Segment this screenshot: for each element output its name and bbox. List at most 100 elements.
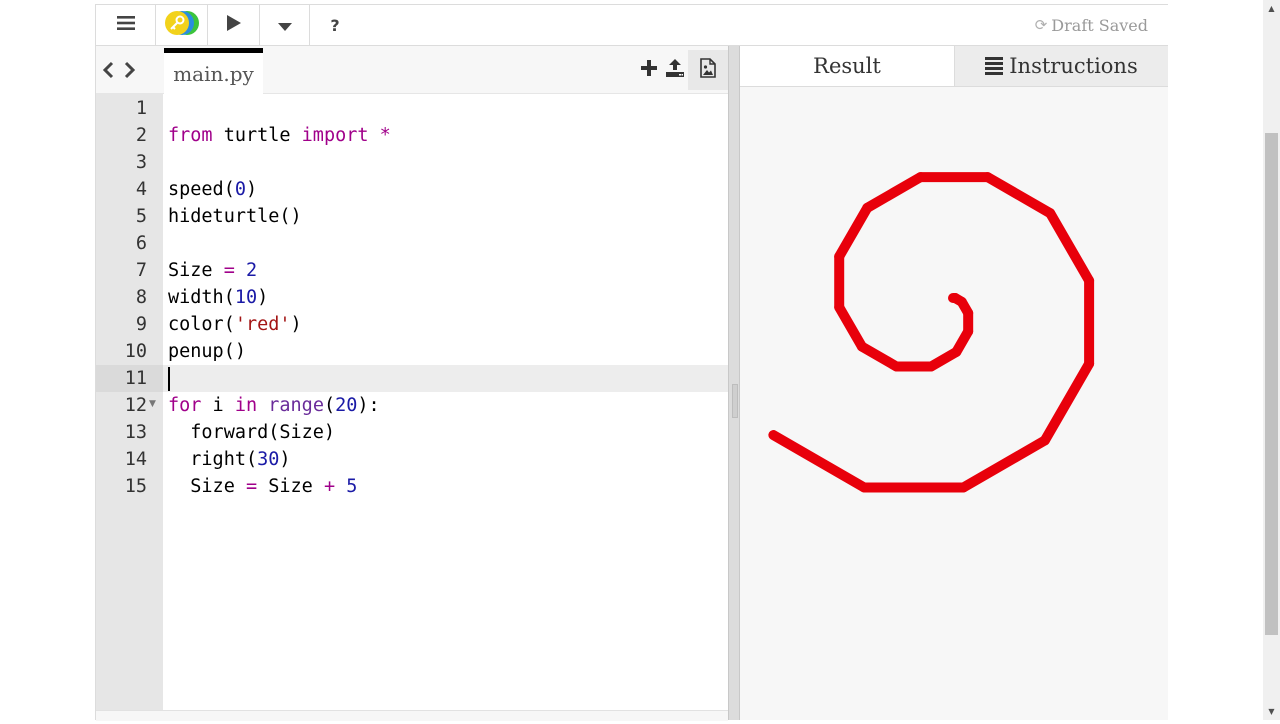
draft-status: ⟳ Draft Saved [1035,5,1148,45]
spiral-segment [1045,208,1095,286]
menu-button[interactable] [96,5,156,45]
code-token: width( [168,287,235,308]
code-line[interactable]: Size = Size + 5 [163,473,728,500]
code-token: 2 [245,260,258,281]
line-number: 4 [135,179,147,200]
line-number: 1 [135,98,147,119]
upload-icon [666,59,684,81]
fold-arrow-icon[interactable]: ▼ [149,399,156,409]
line-number: 13 [124,422,147,443]
code-line[interactable]: speed(0) [163,176,728,203]
code-area[interactable]: from turtle import * speed(0) hideturtle()… [163,94,728,720]
caret-down-icon [277,16,292,35]
code-line[interactable]: width(10) [163,284,728,311]
line-number: 5 [135,206,147,227]
code-line[interactable]: penup() [163,338,728,365]
line-number: 3 [135,152,147,173]
code-token: ) [245,179,258,200]
splitter-grip[interactable] [732,384,738,418]
code-token: ) [290,314,302,335]
code-line[interactable] [163,149,728,176]
code-line[interactable] [163,95,728,122]
upload-button[interactable] [662,50,688,90]
draft-status-text: Draft Saved [1051,15,1148,35]
code-token: ): [357,395,380,416]
code-token: 0 [234,179,246,200]
code-line[interactable]: hideturtle() [163,203,728,230]
images-button[interactable] [688,50,728,90]
file-actions [636,50,728,90]
pane-splitter[interactable] [728,46,740,720]
file-tab-label: main.py [173,61,254,86]
line-number: 7 [135,260,147,281]
code-token: 5 [346,476,358,497]
result-tabs: Result Instructions [740,46,1168,87]
code-line[interactable]: color('red') [163,311,728,338]
code-token: color( [168,314,235,335]
code-line[interactable]: from turtle import * [163,122,728,149]
code-token: from [168,125,213,146]
scrollbar-thumb[interactable] [1265,133,1278,635]
spiral-segment [982,172,1056,219]
scroll-up-arrow-icon[interactable]: ▲ [1263,0,1280,17]
code-token: speed( [168,179,235,200]
tab-result[interactable]: Result [740,46,955,86]
code-token: Size [168,476,246,497]
code-token: ) [279,449,291,470]
spiral-segment [834,302,867,352]
code-token: ( [323,395,336,416]
line-number: 10 [124,341,147,362]
code-line[interactable] [163,230,728,257]
code-token: ) [257,287,269,308]
spiral-segment [834,202,873,262]
text-cursor [168,367,170,391]
turtle-canvas [740,87,1168,720]
line-number: 6 [135,233,147,254]
code-line[interactable]: right(30) [163,446,728,473]
code-token: Size [168,260,224,281]
code-token: penup() [168,341,246,362]
code-token: for [168,395,202,416]
code-token: import [301,125,369,146]
code-token: 'red' [234,314,291,335]
code-token: Size [257,476,324,497]
code-token: + [323,476,336,497]
chevron-left-icon[interactable] [101,60,115,84]
line-number: 2 [135,125,147,146]
spiral-segment [958,435,1050,493]
line-number: 11 [96,365,163,392]
image-file-icon [700,58,716,82]
code-token: 20 [335,395,358,416]
top-toolbar: ? ⟳ Draft Saved [95,4,1168,46]
code-token: hideturtle() [168,206,302,227]
page-scrollbar[interactable]: ▲ ▼ [1263,0,1280,720]
code-line[interactable] [163,365,728,392]
code-line[interactable]: for i in range(20): [163,392,728,419]
run-options-dropdown[interactable] [260,5,310,45]
page-margin-left [0,0,95,720]
add-file-button[interactable] [636,50,662,90]
turtle-drawing [768,172,1095,493]
tab-instructions[interactable]: Instructions [955,46,1168,86]
code-token: range [268,395,324,416]
editor-bottom-bar [96,710,728,721]
help-button[interactable]: ? [310,5,360,45]
play-icon [226,14,242,36]
tab-instructions-label: Instructions [1009,54,1138,78]
logo-button[interactable] [156,5,208,45]
code-line[interactable]: Size = 2 [163,257,728,284]
file-tab-main-py[interactable]: main.py [164,48,263,94]
spiral-segment [1039,358,1095,446]
chevron-right-icon[interactable] [123,60,137,84]
file-tab-bar: main.py [96,46,728,94]
scroll-down-arrow-icon[interactable]: ▼ [1263,703,1280,720]
code-token: turtle [212,125,302,146]
run-button[interactable] [208,5,260,45]
line-number: 12 [124,395,147,416]
code-token: * [379,125,391,146]
page-margin-right [1168,0,1263,720]
code-line[interactable]: forward(Size) [163,419,728,446]
line-number: 8 [135,287,147,308]
